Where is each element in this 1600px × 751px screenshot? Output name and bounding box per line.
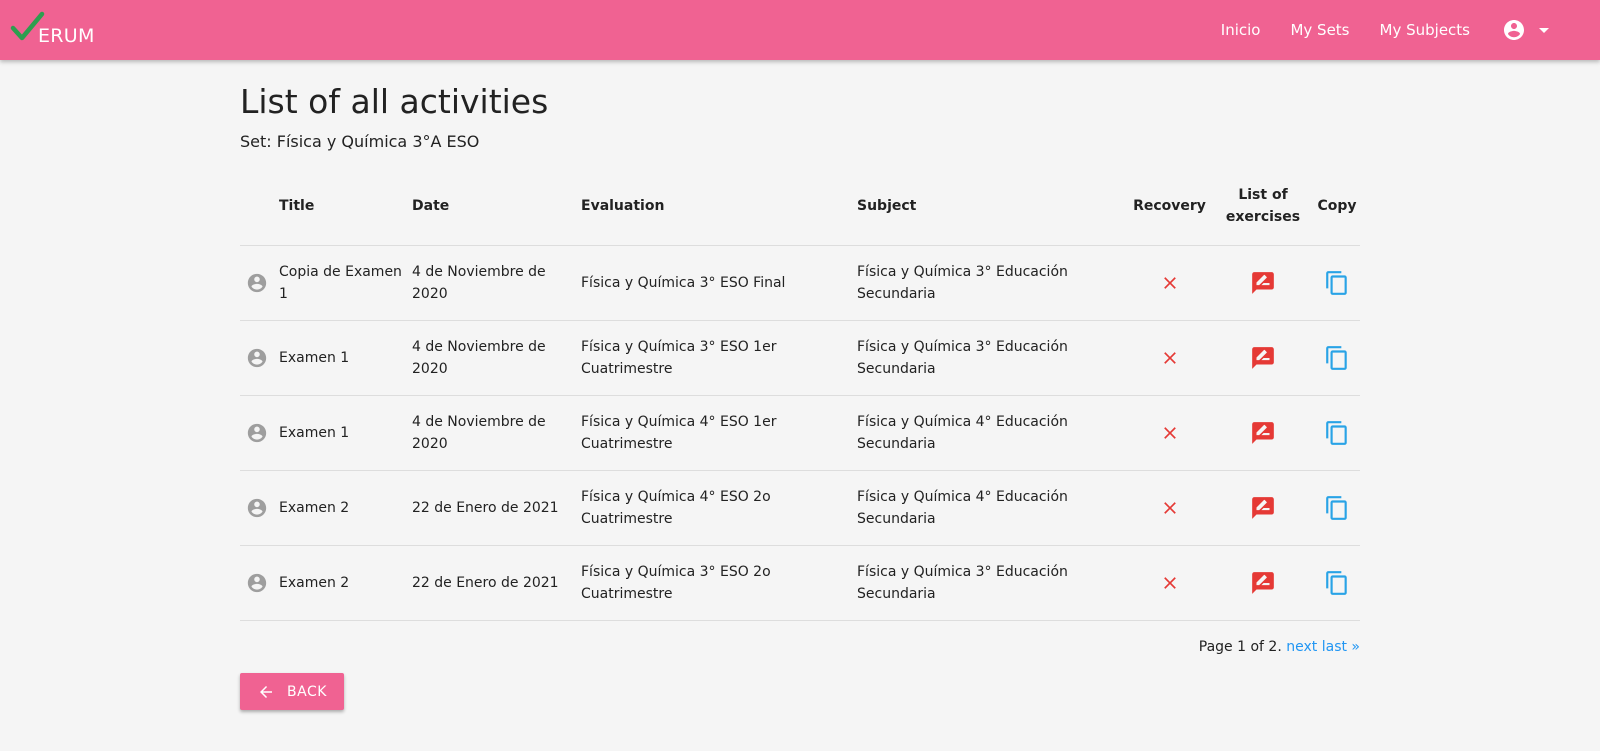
row-subject: Física y Química 3° Educación Secundaria: [857, 320, 1127, 396]
rate-review-icon[interactable]: [1250, 570, 1276, 596]
close-icon: [1163, 352, 1176, 364]
row-copy: [1314, 245, 1360, 321]
row-title: Examen 2: [279, 545, 412, 621]
table-row[interactable]: Examen 2 22 de Enero de 2021 Física y Qu…: [240, 545, 1360, 621]
arrow-left-icon: [260, 685, 273, 698]
nav-links: Inicio My Sets My Subjects: [1191, 0, 1556, 60]
account-circle-icon: [247, 273, 267, 293]
row-date: 4 de Noviembre de 2020: [412, 395, 581, 471]
account-circle-icon: [247, 423, 267, 443]
row-evaluation: Física y Química 3° ESO 2o Cuatrimestre: [581, 545, 857, 621]
pagination-last-link[interactable]: last »: [1322, 639, 1360, 655]
header-recovery: Recovery: [1127, 167, 1212, 246]
row-copy: [1314, 320, 1360, 396]
row-avatar-cell: [240, 245, 279, 321]
row-title: Copia de Examen 1: [279, 245, 412, 321]
back-button[interactable]: BACK: [240, 673, 344, 710]
activities-table: Title Date Evaluation Subject Recovery L…: [240, 167, 1360, 621]
row-copy: [1314, 470, 1360, 546]
logo-text: ERUM: [38, 25, 95, 47]
row-recovery: [1127, 545, 1212, 621]
account-circle-icon: [247, 498, 267, 518]
copy-icon[interactable]: [1324, 420, 1350, 446]
row-recovery: [1127, 470, 1212, 546]
row-subject: Física y Química 4° Educación Secundaria: [857, 395, 1127, 471]
nav-link-my-subjects[interactable]: My Subjects: [1380, 21, 1470, 39]
account-circle-icon: [1504, 20, 1524, 40]
logo[interactable]: ERUM: [10, 10, 95, 50]
table-row[interactable]: Examen 2 22 de Enero de 2021 Física y Qu…: [240, 470, 1360, 546]
row-avatar-cell: [240, 320, 279, 396]
row-subject: Física y Química 4° Educación Secundaria: [857, 470, 1127, 546]
table-row[interactable]: Examen 1 4 de Noviembre de 2020 Física y…: [240, 320, 1360, 396]
row-exercises: [1212, 320, 1314, 396]
nav-link-my-sets[interactable]: My Sets: [1290, 21, 1349, 39]
row-subject: Física y Química 3° Educación Secundaria: [857, 545, 1127, 621]
row-evaluation: Física y Química 3° ESO Final: [581, 245, 857, 321]
header-list-of-exercises: List of exercises: [1212, 167, 1314, 246]
row-avatar-cell: [240, 470, 279, 546]
header-evaluation: Evaluation: [581, 167, 857, 246]
top-navbar: ERUM Inicio My Sets My Subjects: [0, 0, 1600, 60]
row-recovery: [1127, 320, 1212, 396]
rate-review-icon[interactable]: [1250, 270, 1276, 296]
close-icon: [1163, 502, 1176, 514]
row-title: Examen 1: [279, 320, 412, 396]
account-circle-icon: [247, 573, 267, 593]
check-icon: [10, 11, 45, 41]
caret-down-icon: [1539, 28, 1549, 33]
table-header-row: Title Date Evaluation Subject Recovery L…: [240, 167, 1360, 246]
close-icon: [1163, 427, 1176, 439]
row-avatar-cell: [240, 545, 279, 621]
row-date: 4 de Noviembre de 2020: [412, 245, 581, 321]
main-content: List of all activities Set: Física y Quí…: [240, 60, 1360, 710]
table-body: Copia de Examen 1 4 de Noviembre de 2020…: [240, 245, 1360, 621]
row-date: 22 de Enero de 2021: [412, 545, 581, 621]
copy-icon[interactable]: [1324, 270, 1350, 296]
copy-icon[interactable]: [1324, 495, 1350, 521]
row-title: Examen 2: [279, 470, 412, 546]
page-title: List of all activities: [240, 82, 549, 121]
table-row[interactable]: Copia de Examen 1 4 de Noviembre de 2020…: [240, 245, 1360, 321]
table-row[interactable]: Examen 1 4 de Noviembre de 2020 Física y…: [240, 395, 1360, 471]
row-exercises: [1212, 545, 1314, 621]
set-label: Set: Física y Química 3°A ESO: [240, 132, 480, 151]
row-avatar-cell: [240, 395, 279, 471]
row-exercises: [1212, 245, 1314, 321]
rate-review-icon[interactable]: [1250, 420, 1276, 446]
row-copy: [1314, 395, 1360, 471]
row-exercises: [1212, 395, 1314, 471]
back-button-label: BACK: [287, 683, 327, 700]
row-exercises: [1212, 470, 1314, 546]
row-evaluation: Física y Química 4° ESO 2o Cuatrimestre: [581, 470, 857, 546]
copy-icon[interactable]: [1324, 345, 1350, 371]
row-title: Examen 1: [279, 395, 412, 471]
header-date: Date: [412, 167, 581, 246]
nav-link-inicio[interactable]: Inicio: [1221, 21, 1261, 39]
row-subject: Física y Química 3° Educación Secundaria: [857, 245, 1127, 321]
close-icon: [1163, 577, 1176, 589]
header-copy: Copy: [1314, 167, 1360, 246]
close-icon: [1163, 277, 1176, 289]
rate-review-icon[interactable]: [1250, 345, 1276, 371]
row-date: 22 de Enero de 2021: [412, 470, 581, 546]
account-menu[interactable]: [1502, 18, 1556, 42]
row-recovery: [1127, 245, 1212, 321]
row-date: 4 de Noviembre de 2020: [412, 320, 581, 396]
rate-review-icon[interactable]: [1250, 495, 1276, 521]
pagination-next-link[interactable]: next: [1286, 639, 1317, 655]
header-title: Title: [279, 167, 412, 246]
row-evaluation: Física y Química 4° ESO 1er Cuatrimestre: [581, 395, 857, 471]
pagination: Page 1 of 2. next last »: [240, 639, 1360, 655]
header-avatar: [240, 167, 279, 246]
header-subject: Subject: [857, 167, 1127, 246]
row-copy: [1314, 545, 1360, 621]
account-circle-icon: [247, 348, 267, 368]
row-evaluation: Física y Química 3° ESO 1er Cuatrimestre: [581, 320, 857, 396]
row-recovery: [1127, 395, 1212, 471]
copy-icon[interactable]: [1324, 570, 1350, 596]
pagination-status: Page 1 of 2.: [1198, 639, 1282, 655]
